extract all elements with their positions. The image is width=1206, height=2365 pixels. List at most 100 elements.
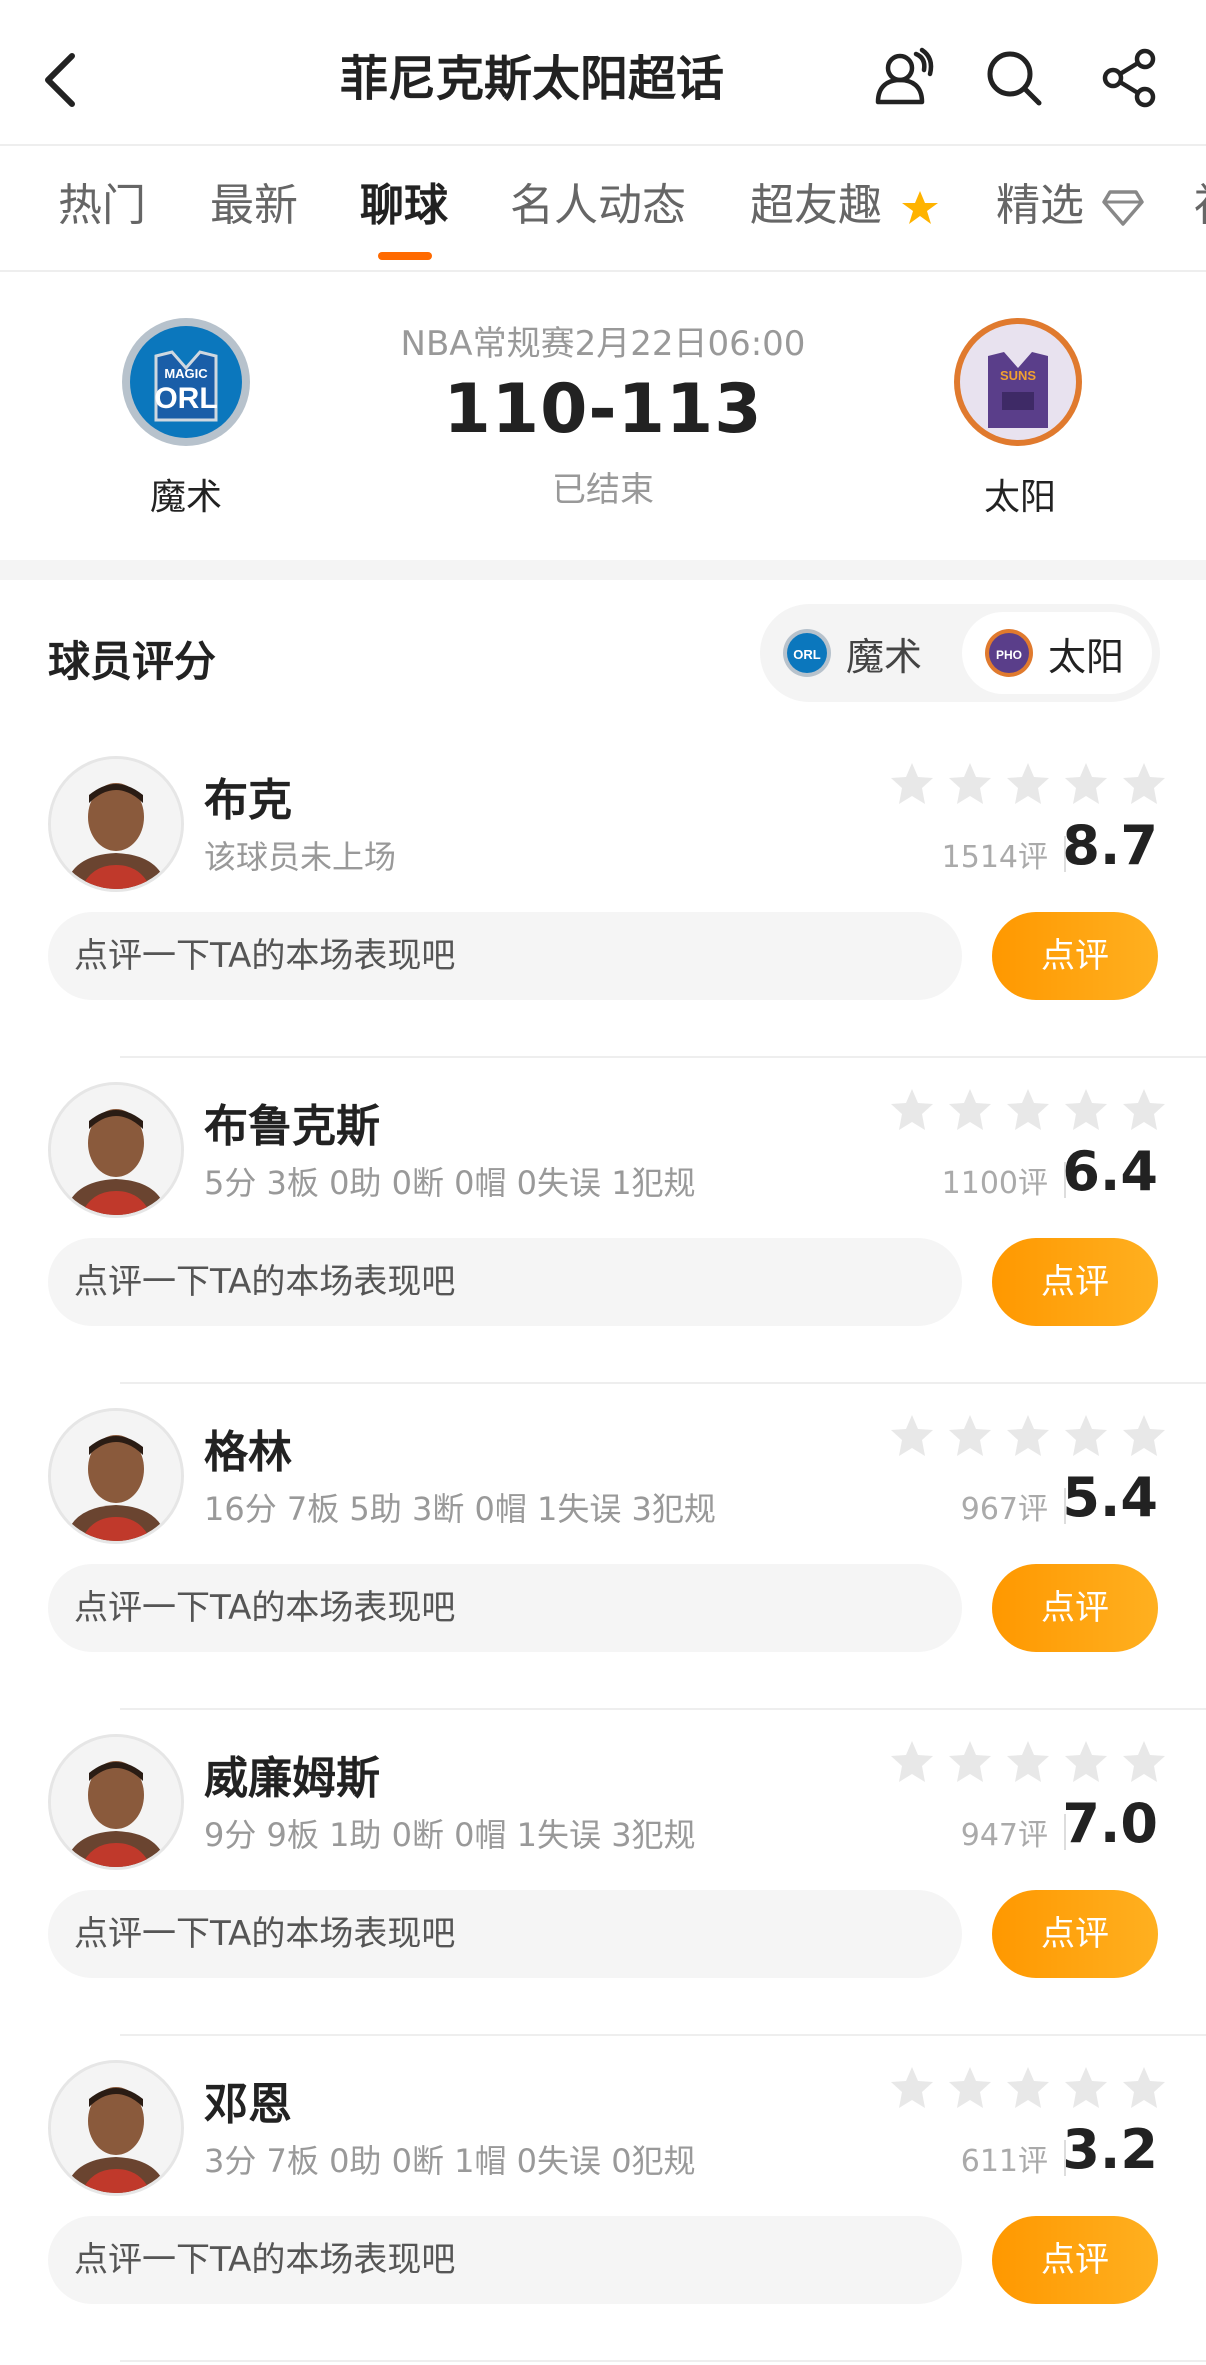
player-row-4: 威廉姆斯 9分 9板 1助 0断 0帽 1失误 3犯规 947评 7.0 点评一… xyxy=(0,1734,1206,2060)
tab-fun[interactable]: 超友趣 xyxy=(750,176,940,236)
player-row-1: 布克 该球员未上场 1514评 8.7 点评一下TA的本场表现吧 点评 xyxy=(0,756,1206,1082)
back-button[interactable] xyxy=(30,40,90,120)
star-icon[interactable] xyxy=(946,1086,994,1134)
svg-text:SUNS: SUNS xyxy=(1000,368,1036,383)
rating-score: 3.2 xyxy=(1062,2118,1158,2181)
members-icon xyxy=(875,47,934,105)
star-icon[interactable] xyxy=(888,1086,936,1134)
top-bar: 菲尼克斯太阳超话 xyxy=(0,0,1206,146)
player-avatar[interactable] xyxy=(48,1082,184,1218)
magic-mini-logo: ORL xyxy=(783,629,831,677)
star-icon[interactable] xyxy=(888,760,936,808)
player-photo-icon xyxy=(51,759,181,889)
rating-score: 6.4 xyxy=(1062,1140,1158,1203)
search-icon xyxy=(987,51,1042,106)
star-icon[interactable] xyxy=(946,1412,994,1460)
player-avatar[interactable] xyxy=(48,756,184,892)
active-tab-indicator xyxy=(378,252,432,260)
player-photo-icon xyxy=(51,2063,181,2193)
toggle-suns-label: 太阳 xyxy=(1048,634,1125,679)
star-icon[interactable] xyxy=(1120,1412,1168,1460)
player-avatar[interactable] xyxy=(48,1734,184,1870)
rating-count: 967评 xyxy=(960,1492,1048,1527)
player-avatar[interactable] xyxy=(48,2060,184,2196)
star-rating[interactable] xyxy=(888,1738,1168,1788)
toggle-magic[interactable]: ORL 魔术 xyxy=(760,612,956,694)
star-icon[interactable] xyxy=(1004,760,1052,808)
search-button[interactable] xyxy=(978,42,1050,114)
star-icon[interactable] xyxy=(1062,2064,1110,2112)
rating-count: 1100评 xyxy=(941,1166,1048,1201)
comment-input[interactable]: 点评一下TA的本场表现吧 xyxy=(48,1564,962,1652)
player-name: 布鲁克斯 xyxy=(204,1101,380,1152)
star-icon[interactable] xyxy=(1120,2064,1168,2112)
player-photo-icon xyxy=(51,1737,181,1867)
share-button[interactable] xyxy=(1094,42,1166,114)
tab-featured[interactable]: 精选 xyxy=(996,176,1144,236)
star-icon[interactable] xyxy=(888,1738,936,1786)
star-icon[interactable] xyxy=(1120,1086,1168,1134)
team-toggle: ORL 魔术 PHO 太阳 xyxy=(760,604,1160,702)
comment-input[interactable]: 点评一下TA的本场表现吧 xyxy=(48,912,962,1000)
star-icon[interactable] xyxy=(1004,1086,1052,1134)
player-avatar[interactable] xyxy=(48,1408,184,1544)
svg-text:MAGIC: MAGIC xyxy=(164,366,208,381)
player-name: 布克 xyxy=(204,775,292,826)
star-rating[interactable] xyxy=(888,1412,1168,1462)
match-card[interactable]: MAGIC ORL 魔术 NBA常规赛2月22日06:00 110-113 已结… xyxy=(0,272,1206,562)
tab-featured-label: 精选 xyxy=(996,180,1084,231)
home-team-name: 魔术 xyxy=(149,477,222,518)
star-icon[interactable] xyxy=(1062,1738,1110,1786)
star-icon[interactable] xyxy=(1062,1086,1110,1134)
star-rating[interactable] xyxy=(888,2064,1168,2114)
tab-chat[interactable]: 聊球 xyxy=(360,176,448,236)
player-stats: 该球员未上场 xyxy=(204,838,397,876)
comment-button[interactable]: 点评 xyxy=(992,1564,1158,1652)
tab-hot[interactable]: 热门 xyxy=(58,176,146,236)
star-icon[interactable] xyxy=(946,1738,994,1786)
match-info: NBA常规赛2月22日06:00 xyxy=(400,324,806,364)
comment-input[interactable]: 点评一下TA的本场表现吧 xyxy=(48,1890,962,1978)
star-rating[interactable] xyxy=(888,760,1168,810)
player-ratings-title: 球员评分 xyxy=(48,637,217,686)
star-icon[interactable] xyxy=(946,2064,994,2112)
star-icon[interactable] xyxy=(1062,1412,1110,1460)
comment-button[interactable]: 点评 xyxy=(992,912,1158,1000)
comment-input[interactable]: 点评一下TA的本场表现吧 xyxy=(48,1238,962,1326)
share-icon xyxy=(1102,48,1156,108)
comment-button[interactable]: 点评 xyxy=(992,1890,1158,1978)
star-icon[interactable] xyxy=(888,2064,936,2112)
rating-count: 611评 xyxy=(960,2144,1048,2179)
star-badge-icon xyxy=(902,191,938,224)
star-icon[interactable] xyxy=(1004,1412,1052,1460)
row-divider xyxy=(120,1708,1206,1710)
members-button[interactable] xyxy=(868,42,940,114)
tab-celebrity[interactable]: 名人动态 xyxy=(510,176,686,236)
svg-text:ORL: ORL xyxy=(154,382,217,415)
suns-mini-logo: PHO xyxy=(985,629,1033,677)
star-icon[interactable] xyxy=(1062,760,1110,808)
player-name: 格林 xyxy=(204,1427,292,1478)
away-team-name: 太阳 xyxy=(983,477,1056,518)
star-icon[interactable] xyxy=(1004,2064,1052,2112)
tab-bar: 热门 最新 聊球 名人动态 超友趣 精选 社 xyxy=(0,148,1206,272)
back-arrow-icon xyxy=(45,53,75,107)
comment-input[interactable]: 点评一下TA的本场表现吧 xyxy=(48,2216,962,2304)
toggle-magic-label: 魔术 xyxy=(846,634,923,679)
toggle-suns[interactable]: PHO 太阳 xyxy=(962,612,1152,694)
star-icon[interactable] xyxy=(888,1412,936,1460)
orlando-magic-logo: MAGIC ORL xyxy=(122,318,250,446)
tab-fun-label: 超友趣 xyxy=(750,180,882,231)
tab-latest[interactable]: 最新 xyxy=(210,176,298,236)
star-icon[interactable] xyxy=(1120,760,1168,808)
player-photo-icon xyxy=(51,1085,181,1215)
comment-button[interactable]: 点评 xyxy=(992,1238,1158,1326)
comment-button[interactable]: 点评 xyxy=(992,2216,1158,2304)
star-icon[interactable] xyxy=(946,760,994,808)
rating-score: 8.7 xyxy=(1062,814,1158,877)
star-icon[interactable] xyxy=(1004,1738,1052,1786)
star-icon[interactable] xyxy=(1120,1738,1168,1786)
star-rating[interactable] xyxy=(888,1086,1168,1136)
player-row-5: 邓恩 3分 7板 0助 0断 1帽 0失误 0犯规 611评 3.2 点评一下T… xyxy=(0,2060,1206,2365)
tab-overflow[interactable]: 社 xyxy=(1194,176,1206,236)
